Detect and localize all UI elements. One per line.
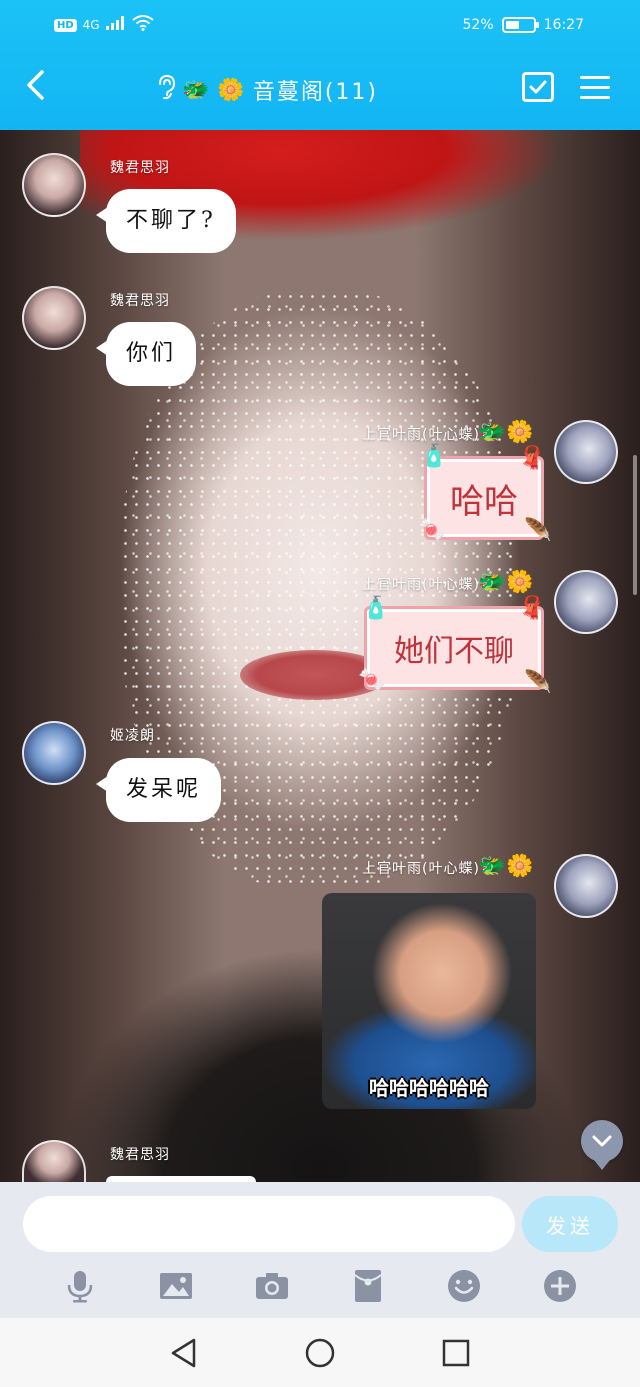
avatar-sender-3[interactable] — [22, 721, 86, 785]
flower-emoji-icon: 🌼 — [506, 570, 534, 595]
image-message[interactable]: 哈哈哈哈哈哈 — [322, 893, 536, 1109]
chevron-down-icon — [592, 1135, 612, 1147]
sender-name: 上官叶雨(叶心蝶) — [362, 427, 480, 443]
battery-icon — [501, 17, 539, 33]
candy-decoration-icon: 🍬 — [418, 518, 446, 543]
home-circle-icon[interactable] — [300, 1333, 340, 1373]
bottle-decoration-icon: 🧴 — [362, 596, 390, 621]
flower-emoji-icon: 🌼 — [506, 420, 534, 445]
back-button[interactable] — [24, 68, 46, 108]
bottle-decoration-icon: 🧴 — [420, 444, 448, 469]
top-bar: HD 4G 52% 16:27 🐲 🌼 音蔓阁(11) — [0, 0, 640, 130]
composer: 发送 — [0, 1182, 640, 1318]
sender-name: 魏君思羽 — [110, 293, 170, 309]
send-button[interactable]: 发送 — [522, 1196, 618, 1252]
clock: 16:27 — [543, 17, 584, 33]
chat-background — [0, 130, 640, 1182]
status-left: HD 4G — [54, 15, 154, 35]
status-bar: HD 4G 52% 16:27 — [0, 0, 640, 56]
menu-line — [580, 75, 610, 79]
sender-name: 上官叶雨(叶心蝶) — [362, 577, 480, 593]
hd-badge: HD — [54, 18, 77, 32]
status-right: 52% 16:27 — [463, 17, 584, 33]
sender-name: 姬凌朗 — [110, 728, 155, 744]
hamburger-menu-icon[interactable] — [580, 75, 610, 99]
candy-decoration-icon: 🍬 — [358, 668, 386, 693]
composer-toolbar — [0, 1264, 640, 1308]
message-bubble[interactable]: 发呆呢 — [95, 758, 222, 822]
avatar-sender-1[interactable] — [22, 286, 86, 350]
plus-icon[interactable] — [540, 1266, 580, 1306]
ear-icon — [156, 74, 176, 106]
dragon-emoji-icon: 🐲 — [478, 570, 506, 595]
scroll-to-bottom-button[interactable] — [581, 1120, 623, 1170]
avatar-sender-1[interactable] — [22, 153, 86, 217]
recents-square-icon[interactable] — [436, 1333, 476, 1373]
dragon-emoji-icon: 🐲 — [182, 77, 212, 103]
flower-emoji-icon: 🌼 — [506, 854, 534, 879]
red-packet-icon[interactable] — [348, 1266, 388, 1306]
scarf-decoration-icon: 🧣 — [518, 596, 546, 621]
image-icon[interactable] — [156, 1266, 196, 1306]
battery-fill — [505, 21, 520, 29]
message-input[interactable] — [23, 1196, 515, 1252]
dragon-emoji-icon: 🐲 — [478, 854, 506, 879]
sender-name: 上官叶雨(叶心蝶) — [362, 861, 480, 877]
battery-percent: 52% — [462, 17, 494, 33]
message-bubble[interactable]: 你们 — [95, 322, 197, 386]
message-bubble[interactable]: 不聊了? — [96, 189, 236, 253]
scrollbar[interactable] — [633, 455, 637, 595]
chevron-left-icon — [27, 70, 44, 100]
flower-emoji-icon: 🌼 — [217, 77, 247, 103]
avatar-sender-2[interactable] — [554, 420, 618, 484]
camera-icon[interactable] — [252, 1266, 292, 1306]
signal-icon — [105, 16, 126, 34]
feather-decoration-icon: 🪶 — [524, 518, 552, 543]
microphone-icon[interactable] — [60, 1266, 100, 1306]
scarf-decoration-icon: 🧣 — [518, 446, 546, 471]
menu-line — [580, 95, 610, 99]
wifi-icon — [131, 15, 154, 35]
sticker-message[interactable]: 她们不聊 — [364, 606, 544, 690]
avatar-sender-2[interactable] — [554, 854, 618, 918]
avatar-sender-2[interactable] — [554, 570, 618, 634]
sender-name: 魏君思羽 — [110, 1147, 170, 1163]
back-triangle-icon[interactable] — [164, 1333, 204, 1373]
calendar-check-icon[interactable] — [522, 72, 554, 102]
emoji-icon[interactable] — [444, 1266, 484, 1306]
chat-title[interactable]: 🐲 🌼 音蔓阁(11) — [156, 74, 378, 106]
header-actions — [522, 72, 610, 102]
network-type: 4G — [82, 18, 100, 32]
menu-line — [580, 85, 610, 89]
chat-header: 🐲 🌼 音蔓阁(11) — [0, 56, 640, 130]
system-navigation-bar — [0, 1318, 640, 1387]
feather-decoration-icon: 🪶 — [524, 670, 552, 695]
group-name: 音蔓阁(11) — [252, 80, 378, 105]
dragon-emoji-icon: 🐲 — [478, 420, 506, 445]
image-caption: 哈哈哈哈哈哈 — [369, 1076, 489, 1100]
sender-name: 魏君思羽 — [110, 160, 170, 176]
